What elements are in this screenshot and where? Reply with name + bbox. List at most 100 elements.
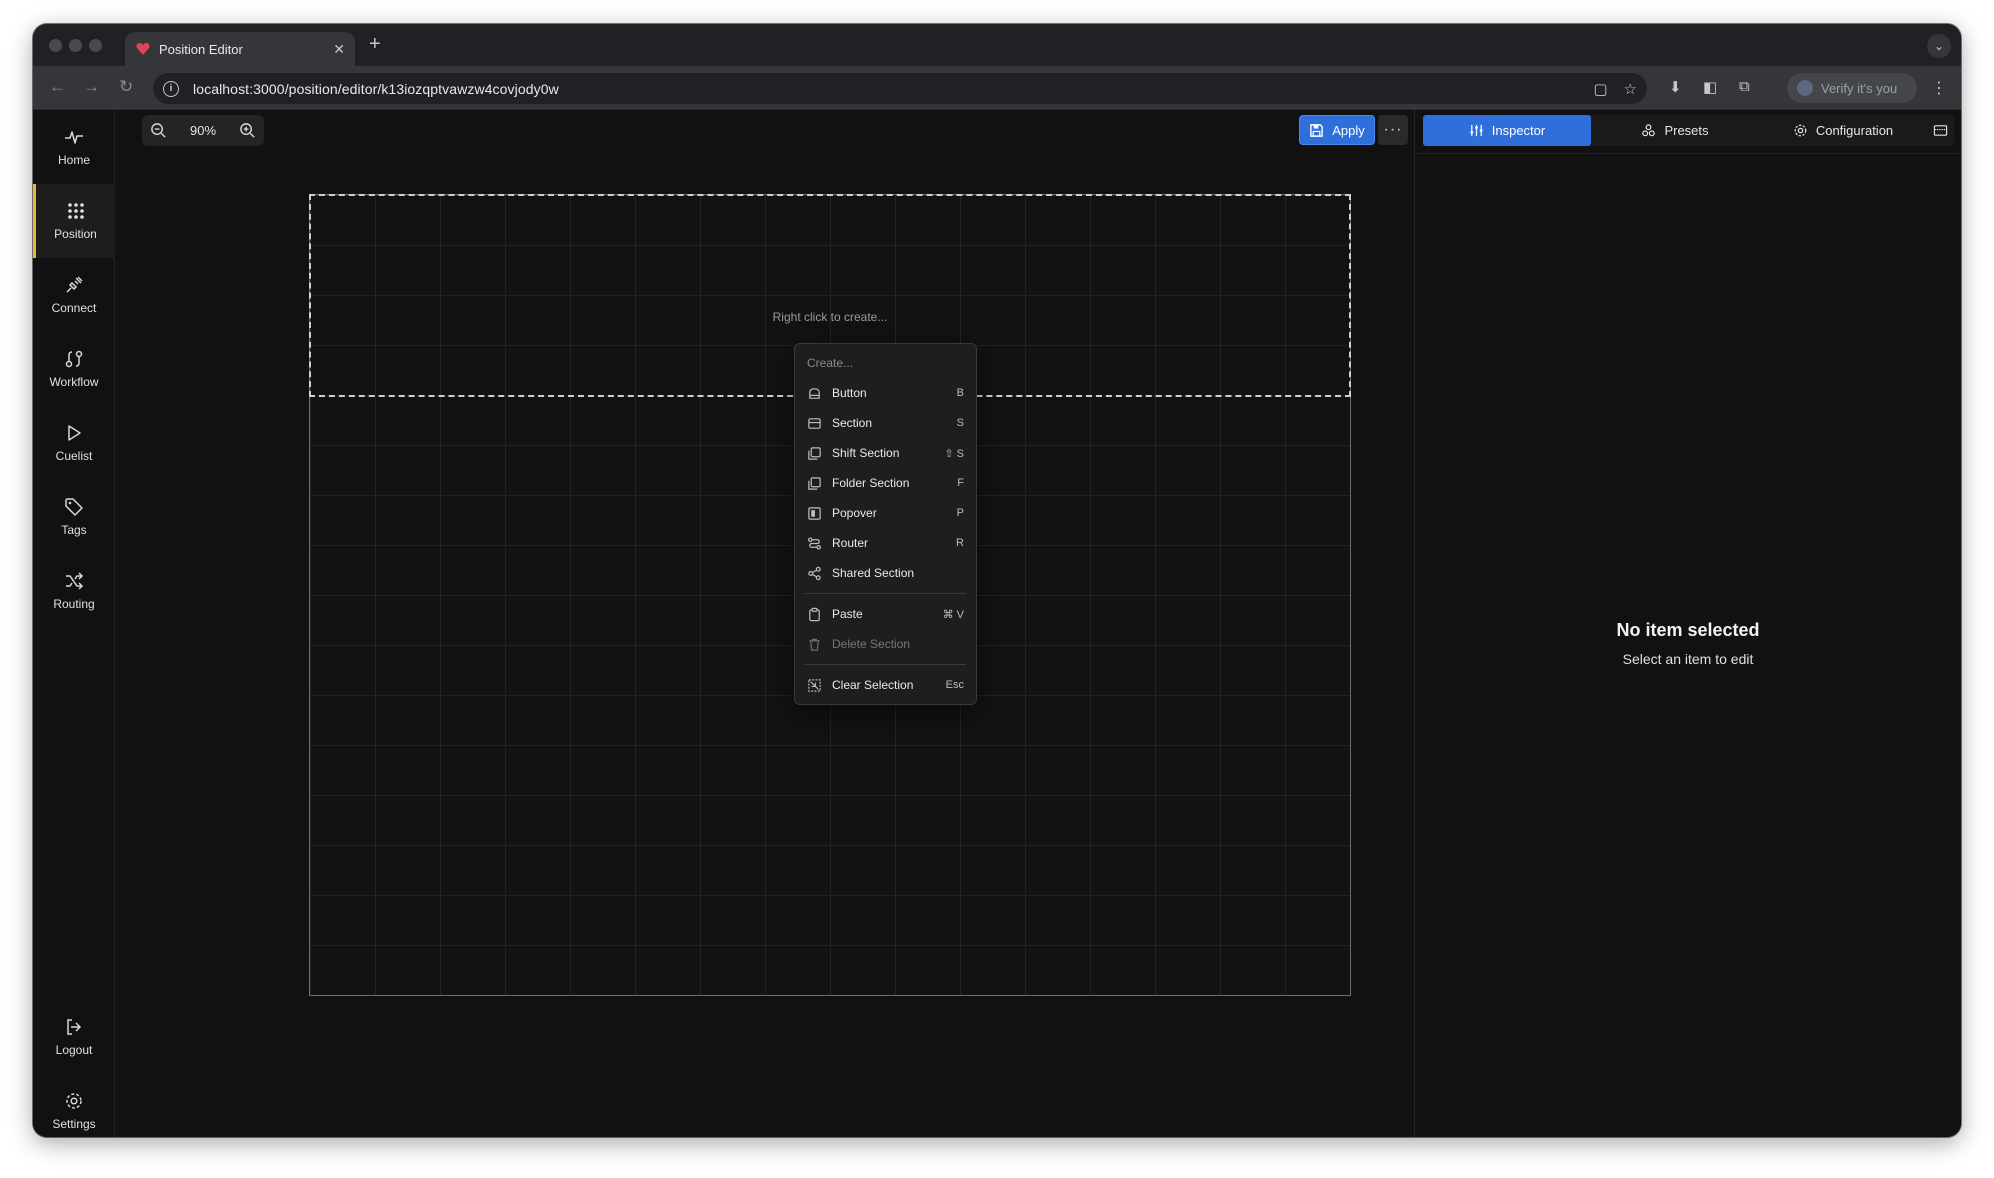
browser-tab[interactable]: Position Editor ✕ [125,32,355,66]
tab-capture-icon[interactable]: ◧ [1703,78,1717,96]
forward-arrow-icon[interactable]: → [83,77,100,97]
back-arrow-icon[interactable]: ← [49,77,66,97]
address-bar[interactable]: i localhost:3000/position/editor/k13iozq… [153,73,1647,104]
sidebar-item-logout[interactable]: Logout [33,1000,115,1074]
menu-divider [805,664,966,665]
context-menu: Create... Button B Section S Shift Secti… [794,343,977,705]
sidebar-item-settings[interactable]: Settings [33,1074,115,1137]
shortcut: S [956,417,964,429]
reload-icon[interactable]: ↻ [119,77,133,97]
sidebar-item-workflow[interactable]: Workflow [33,332,115,406]
sliders-icon [1470,124,1483,137]
route-icon [807,536,822,550]
panel-layout-button[interactable] [1927,115,1954,146]
browser-window: Position Editor ✕ + ⌄ ← → ↻ i localhost:… [33,24,1961,1137]
clear-selection-icon [808,678,821,692]
verify-label: Verify it's you [1821,80,1898,96]
plug-icon [66,276,83,293]
inspector-panel: Inspector Presets Configuration No item … [1414,110,1961,1137]
sidebar-item-tags[interactable]: Tags [33,480,115,554]
sidebar-item-label: Cuelist [55,449,93,463]
sidebar-item-label: Tags [61,523,87,537]
tab-presets[interactable]: Presets [1591,115,1759,146]
sidebar-item-label: Logout [55,1043,93,1057]
sidebar: Home Position Connect Workflow Cuelist T… [33,110,115,1137]
menu-header: Create... [807,356,854,370]
clipboard-icon [809,607,820,621]
sidebar-item-home[interactable]: Home [33,110,115,184]
save-icon [1310,123,1324,137]
tab-inspector[interactable]: Inspector [1423,115,1591,146]
logout-icon [67,1019,82,1035]
menu-item-popover[interactable]: Popover P [795,498,976,528]
zoom-out-icon[interactable] [150,122,167,139]
empty-state-title: No item selected [1616,620,1760,640]
canvas-hint: Right click to create... [772,310,888,324]
workflow-icon [65,350,83,368]
sidebar-item-label: Settings [52,1117,96,1131]
tab-close-icon[interactable]: ✕ [333,41,345,58]
tab-label: Presets [1664,123,1709,138]
menu-item-shift-section[interactable]: Shift Section ⇧ S [795,438,976,468]
shortcut: ⇧ S [944,447,964,460]
section-icon [808,417,821,429]
more-options-button[interactable]: ··· [1378,115,1408,145]
panel-divider [1415,153,1961,154]
zoom-control: 90% [142,115,264,146]
empty-state-subtitle: Select an item to edit [1622,651,1754,667]
copy-stack-icon [808,446,821,460]
sidebar-item-connect[interactable]: Connect [33,258,115,332]
shortcut: B [956,387,964,399]
menu-divider [805,593,966,594]
shortcut: Esc [945,679,964,691]
menu-item-paste[interactable]: Paste ⌘ V [795,599,976,629]
tab-search-icon[interactable]: ⌄ [1927,34,1951,58]
minimize-window-icon[interactable] [69,39,82,52]
url-text[interactable]: localhost:3000/position/editor/k13iozqpt… [193,81,1577,97]
play-icon [68,425,81,441]
zoom-level: 90% [189,123,217,138]
trash-icon [809,638,820,651]
profile-verify-button[interactable]: Verify it's you [1787,73,1917,103]
download-icon[interactable]: ⬇ [1669,78,1682,96]
menu-item-folder-section[interactable]: Folder Section F [795,468,976,498]
sidebar-item-position[interactable]: Position [33,184,115,258]
bookmark-star-icon[interactable]: ☆ [1624,80,1637,98]
panel-tabs: Inspector Presets Configuration [1423,115,1954,146]
pulse-icon [65,131,83,144]
grid-icon [67,203,84,219]
sidebar-item-label: Connect [51,301,97,315]
browser-menu-icon[interactable]: ⋮ [1931,78,1947,98]
gear-icon [1794,124,1807,137]
menu-item-delete-section[interactable]: Delete Section [795,629,976,659]
menu-item-clear-selection[interactable]: Clear Selection Esc [795,670,976,700]
menu-item-section[interactable]: Section S [795,408,976,438]
sidebar-item-routing[interactable]: Routing [33,554,115,628]
menu-item-shared-section[interactable]: Shared Section [795,558,976,588]
shortcut: ⌘ V [942,608,964,621]
panel-layout-icon [1933,125,1948,136]
popover-icon [808,506,821,520]
maximize-window-icon[interactable] [89,39,102,52]
new-tab-button[interactable]: + [369,33,381,56]
menu-item-router[interactable]: Router R [795,528,976,558]
shuffle-icon [66,572,84,590]
apply-button[interactable]: Apply [1299,115,1375,145]
menu-item-button[interactable]: Button B [795,378,976,408]
zoom-in-icon[interactable] [239,122,256,139]
shortcut: P [956,507,964,519]
site-info-icon[interactable]: i [163,80,179,97]
sidebar-item-label: Home [57,153,90,167]
extensions-icon[interactable]: ⧉ [1739,78,1750,95]
tab-strip: Position Editor ✕ + ⌄ [33,24,1961,66]
clipboard-icon[interactable]: ▢ [1593,80,1607,98]
sidebar-item-cuelist[interactable]: Cuelist [33,406,115,480]
favicon-icon [136,43,150,55]
tab-configuration[interactable]: Configuration [1759,115,1927,146]
shortcut: R [956,537,964,549]
sidebar-item-label: Routing [53,597,95,611]
close-window-icon[interactable] [49,39,62,52]
editor-workspace: 90% Apply ··· Right click to create... C… [116,110,1413,1137]
apply-label: Apply [1332,122,1365,138]
tag-icon [65,498,83,516]
